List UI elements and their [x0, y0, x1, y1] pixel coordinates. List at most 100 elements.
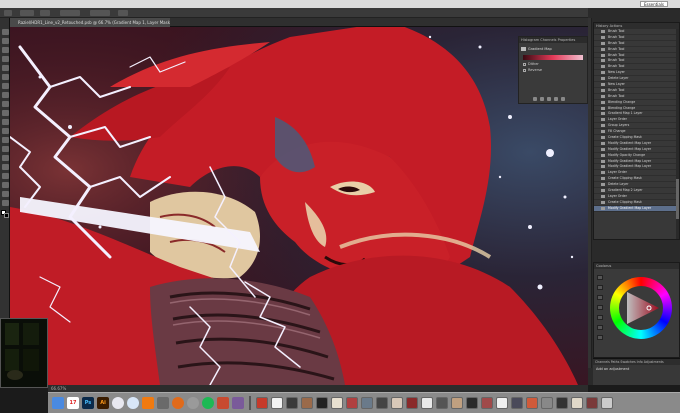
airbrush-icon[interactable] — [118, 10, 128, 16]
document-thumbnail-icon[interactable] — [496, 397, 508, 409]
quick-select-tool-icon[interactable] — [1, 56, 9, 62]
artwork — [10, 27, 588, 385]
document-thumbnail-icon[interactable] — [436, 397, 448, 409]
document-thumbnail-icon[interactable] — [391, 397, 403, 409]
document-thumbnail-icon[interactable] — [301, 397, 313, 409]
photoshop-icon[interactable]: Ps — [82, 397, 94, 409]
document-thumbnail-icon[interactable] — [511, 397, 523, 409]
document-thumbnail-icon[interactable] — [571, 397, 583, 409]
brush-size-dropdown[interactable] — [20, 10, 34, 16]
color-swatch[interactable] — [597, 315, 603, 320]
history-brush-tool-icon[interactable] — [1, 110, 9, 116]
gradient-tool-icon[interactable] — [1, 128, 9, 134]
shape-tool-icon[interactable] — [1, 182, 9, 188]
gradient-map-icon — [521, 47, 526, 51]
itunes-icon[interactable] — [112, 397, 124, 409]
color-panel-tabs[interactable]: Coolorus — [594, 263, 679, 269]
webcam-overlay — [0, 318, 48, 388]
stamp-tool-icon[interactable] — [1, 101, 9, 107]
dither-checkbox[interactable]: Dither — [523, 62, 583, 66]
crop-tool-icon[interactable] — [1, 65, 9, 71]
color-swatch[interactable] — [597, 285, 603, 290]
color-swatch[interactable] — [597, 305, 603, 310]
flow-field[interactable] — [90, 10, 110, 16]
reverse-checkbox[interactable]: Reverse — [523, 68, 583, 72]
workspace-selector[interactable]: Essentials — [640, 1, 668, 7]
marquee-tool-icon[interactable] — [1, 38, 9, 44]
adjustments-hint: Add an adjustment — [596, 367, 630, 371]
blur-tool-icon[interactable] — [1, 137, 9, 143]
document-thumbnail-icon[interactable] — [406, 397, 418, 409]
app-icon[interactable] — [217, 397, 229, 409]
dock-documents — [256, 397, 613, 409]
color-wheel[interactable] — [610, 277, 672, 339]
document-thumbnail-icon[interactable] — [286, 397, 298, 409]
dock-divider — [249, 396, 251, 410]
document-thumbnail-icon[interactable] — [316, 397, 328, 409]
document-thumbnail-icon[interactable] — [256, 397, 268, 409]
vlc-icon[interactable] — [142, 397, 154, 409]
document-thumbnail-icon[interactable] — [586, 397, 598, 409]
clip-icon[interactable] — [533, 97, 537, 101]
visibility-icon[interactable] — [554, 97, 558, 101]
pen-tool-icon[interactable] — [1, 155, 9, 161]
tool-icon[interactable] — [157, 397, 169, 409]
document-canvas[interactable] — [10, 27, 588, 385]
history-item[interactable]: Modify Gradient Map Layer — [594, 205, 679, 212]
background-color-swatch[interactable] — [4, 213, 9, 218]
finder-icon[interactable] — [52, 397, 64, 409]
view-previous-icon[interactable] — [540, 97, 544, 101]
lasso-tool-icon[interactable] — [1, 47, 9, 53]
document-thumbnail-icon[interactable] — [526, 397, 538, 409]
reset-icon[interactable] — [547, 97, 551, 101]
path-select-tool-icon[interactable] — [1, 173, 9, 179]
color-triangle[interactable] — [619, 286, 663, 330]
zoom-tool-icon[interactable] — [1, 200, 9, 206]
dodge-tool-icon[interactable] — [1, 146, 9, 152]
color-swatches[interactable] — [1, 210, 9, 218]
move-tool-icon[interactable] — [1, 29, 9, 35]
healing-tool-icon[interactable] — [1, 83, 9, 89]
document-thumbnail-icon[interactable] — [466, 397, 478, 409]
calendar-icon[interactable]: 17 — [67, 397, 79, 409]
document-tab-bar: Raziel/HDR1_Line_v2_Retouched.psb @ 66.7… — [10, 18, 588, 27]
history-scrollbar[interactable] — [676, 29, 679, 239]
gradient-preview[interactable] — [523, 55, 583, 60]
color-swatch[interactable] — [597, 295, 603, 300]
color-swatch[interactable] — [597, 325, 603, 330]
hand-tool-icon[interactable] — [1, 191, 9, 197]
properties-title: Gradient Map — [528, 47, 552, 51]
document-thumbnail-icon[interactable] — [541, 397, 553, 409]
type-tool-icon[interactable] — [1, 164, 9, 170]
document-thumbnail-icon[interactable] — [361, 397, 373, 409]
tool-preset-icon[interactable] — [4, 10, 12, 16]
document-thumbnail-icon[interactable] — [376, 397, 388, 409]
color-panel: Coolorus — [593, 262, 680, 358]
eyedropper-tool-icon[interactable] — [1, 74, 9, 80]
app-icon[interactable] — [232, 397, 244, 409]
document-thumbnail-icon[interactable] — [481, 397, 493, 409]
firefox-icon[interactable] — [172, 397, 184, 409]
illustrator-icon[interactable]: Ai — [97, 397, 109, 409]
zoom-level[interactable]: 66.67% — [51, 386, 66, 391]
brush-tool-icon[interactable] — [1, 92, 9, 98]
spotify-icon[interactable] — [202, 397, 214, 409]
document-tab[interactable]: Raziel/HDR1_Line_v2_Retouched.psb @ 66.7… — [10, 18, 170, 27]
properties-panel-tabs[interactable]: Histogram Channels Properties — [519, 37, 587, 43]
settings-icon[interactable] — [187, 397, 199, 409]
document-thumbnail-icon[interactable] — [271, 397, 283, 409]
color-swatch[interactable] — [597, 335, 603, 340]
document-thumbnail-icon[interactable] — [556, 397, 568, 409]
opacity-field[interactable] — [60, 10, 80, 16]
mode-dropdown[interactable] — [40, 10, 50, 16]
delete-icon[interactable] — [561, 97, 565, 101]
eraser-tool-icon[interactable] — [1, 119, 9, 125]
document-thumbnail-icon[interactable] — [331, 397, 343, 409]
color-swatch[interactable] — [597, 275, 603, 280]
safari-icon[interactable] — [127, 397, 139, 409]
document-thumbnail-icon[interactable] — [346, 397, 358, 409]
status-bar: 66.67% — [48, 385, 588, 392]
document-thumbnail-icon[interactable] — [451, 397, 463, 409]
document-thumbnail-icon[interactable] — [421, 397, 433, 409]
document-thumbnail-icon[interactable] — [601, 397, 613, 409]
